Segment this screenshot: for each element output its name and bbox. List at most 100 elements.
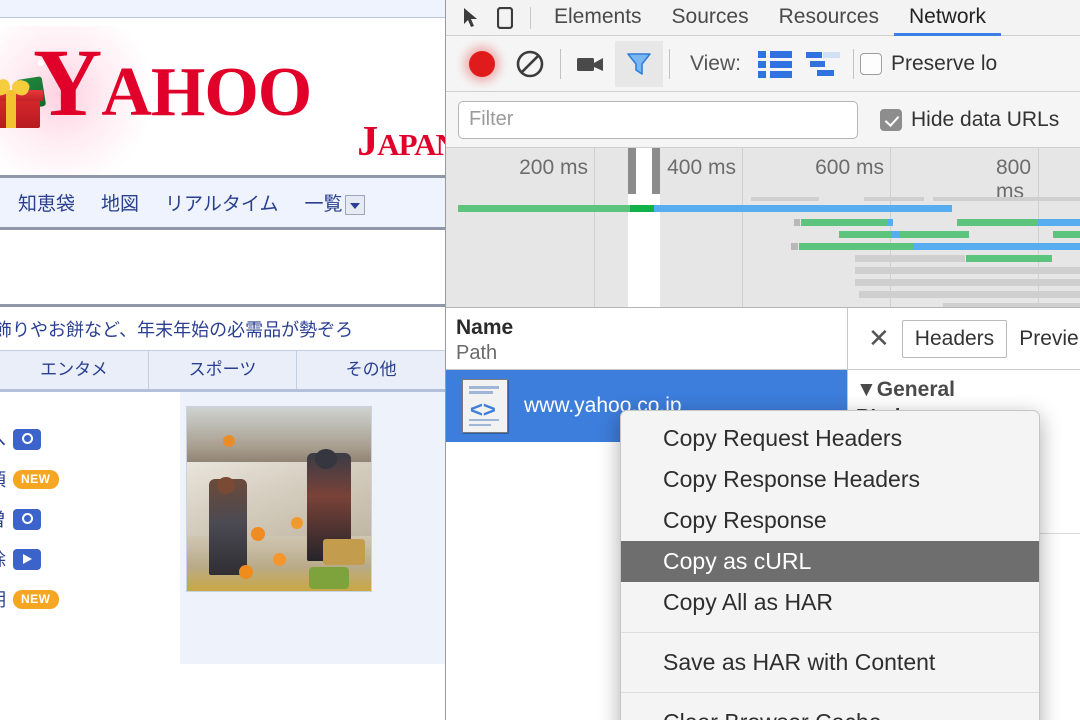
- waterfall-bar: [654, 205, 952, 212]
- waterfall-bar: [458, 205, 630, 212]
- network-timeline[interactable]: 200 ms 400 ms 600 ms 800 ms: [446, 148, 1080, 308]
- menu-item-clear-browser-cache[interactable]: Clear Browser Cache: [621, 702, 1039, 720]
- tab-sports[interactable]: スポーツ: [149, 351, 298, 389]
- list-item[interactable]: 除: [0, 546, 180, 572]
- menu-item-copy-as-curl[interactable]: Copy as cURL: [621, 541, 1039, 583]
- list-item-label: 曽: [0, 506, 6, 532]
- device-toolbar-icon[interactable]: [488, 3, 522, 33]
- timeline-marker: [628, 148, 636, 194]
- funnel-filter-icon: [627, 52, 651, 75]
- waterfall-bar: [630, 205, 654, 212]
- list-view-icon: [757, 50, 792, 78]
- inspect-element-icon[interactable]: [454, 3, 488, 33]
- preserve-log-checkbox[interactable]: Preserve lo: [859, 52, 997, 76]
- search-band: [0, 230, 445, 307]
- menu-item-copy-response-headers[interactable]: Copy Response Headers: [621, 459, 1039, 500]
- view-list-button[interactable]: [751, 41, 799, 87]
- section-title-general[interactable]: ▼General: [856, 378, 1080, 402]
- tab-preview[interactable]: Previe: [1007, 321, 1080, 357]
- page-photo-area: [180, 392, 445, 664]
- network-toolbar: View: Preserve lo: [446, 36, 1080, 92]
- tab-resources[interactable]: Resources: [764, 0, 894, 36]
- nav-link-map[interactable]: 地図: [101, 189, 139, 216]
- document-code-icon: <>: [462, 379, 508, 433]
- divider: [669, 48, 670, 79]
- close-icon[interactable]: ✕: [856, 323, 902, 354]
- list-item[interactable]: 明 NEW: [0, 586, 180, 612]
- clear-no-entry-icon: [516, 50, 544, 77]
- camera-icon: [13, 428, 41, 450]
- hide-data-urls-checkbox[interactable]: Hide data URLs: [880, 108, 1059, 132]
- view-label: View:: [690, 51, 741, 75]
- waterfall-bar: [751, 197, 819, 201]
- new-badge: NEW: [13, 589, 59, 609]
- menu-item-save-as-har-with-content[interactable]: Save as HAR with Content: [621, 642, 1039, 683]
- capture-screenshots-button[interactable]: [567, 41, 615, 87]
- topic-headline-strip[interactable]: 飾りやお餅など、年末年始の必需品が勢ぞろ: [0, 307, 445, 350]
- waterfall-bar: [957, 219, 1037, 226]
- checkbox-icon[interactable]: [859, 52, 882, 75]
- screen-root: YAHOO JAPAN 知恵袋 地図 リアルタイム 一覧 飾りやお餅など、年末年…: [0, 0, 1080, 720]
- menu-separator: [621, 692, 1039, 694]
- divider: [852, 48, 854, 79]
- list-item-label: 除: [0, 546, 6, 572]
- timeline-tick-600ms: 600 ms: [815, 156, 884, 179]
- request-table-header[interactable]: Name Path: [446, 308, 847, 370]
- waterfall-bar: [799, 243, 913, 250]
- topic-headline-text: 飾りやお餅など、年末年始の必需品が勢ぞろ: [0, 319, 354, 340]
- clear-button[interactable]: [506, 41, 554, 87]
- view-waterfall-button[interactable]: [799, 41, 847, 87]
- nav-link-realtime[interactable]: リアルタイム: [165, 189, 278, 216]
- yahoo-japan-logo[interactable]: YAHOO JAPAN: [33, 35, 445, 166]
- chevron-down-icon[interactable]: [345, 194, 366, 215]
- filter-toggle-button[interactable]: [615, 40, 663, 87]
- waterfall-bar: [794, 219, 800, 226]
- tab-headers[interactable]: Headers: [901, 319, 1008, 358]
- column-header-path: Path: [456, 342, 498, 365]
- waterfall-bar: [1053, 231, 1080, 238]
- timeline-marker: [652, 148, 660, 194]
- list-item-label: へ: [0, 426, 6, 452]
- list-item[interactable]: 項 NEW: [0, 466, 180, 492]
- list-item[interactable]: 曽: [0, 506, 180, 532]
- context-menu[interactable]: Copy Request Headers Copy Response Heade…: [620, 410, 1040, 720]
- tab-elements[interactable]: Elements: [539, 0, 657, 36]
- waterfall-bar: [933, 197, 1080, 201]
- waterfall-bar: [1037, 219, 1080, 226]
- record-button[interactable]: [458, 41, 506, 87]
- camera-icon: [13, 508, 41, 530]
- list-item-label: 項: [0, 466, 6, 492]
- menu-item-copy-response[interactable]: Copy Response: [621, 500, 1039, 541]
- filter-bar: Hide data URLs: [446, 92, 1080, 148]
- waterfall-bar: [899, 231, 969, 238]
- devtools-tab-bar: Elements Sources Resources Network: [446, 0, 1080, 36]
- nav-link-chiebukuro[interactable]: 知恵袋: [18, 189, 75, 216]
- tab-sources[interactable]: Sources: [657, 0, 764, 36]
- tab-entame[interactable]: エンタメ: [0, 351, 149, 389]
- hide-data-urls-label: Hide data URLs: [911, 107, 1060, 131]
- timeline-tick-200ms: 200 ms: [519, 156, 588, 179]
- record-button-icon: [469, 50, 495, 77]
- waterfall-bar: [839, 231, 891, 238]
- waterfall-bar: [855, 267, 1080, 274]
- new-badge: NEW: [13, 469, 59, 489]
- waterfall-view-icon: [805, 51, 840, 77]
- waterfall-bar: [887, 219, 893, 226]
- page-body: へ 項 NEW 曽 除 明 NEW: [0, 392, 445, 664]
- menu-item-copy-all-as-har[interactable]: Copy All as HAR: [621, 582, 1039, 623]
- market-photo[interactable]: [186, 406, 372, 592]
- page-top-strip: [0, 0, 445, 18]
- waterfall-bar: [801, 219, 887, 226]
- logo-y: Y: [33, 29, 102, 136]
- divider: [530, 6, 531, 29]
- list-item[interactable]: へ: [0, 426, 180, 452]
- nav-link-list[interactable]: 一覧: [304, 189, 366, 216]
- waterfall-bar: [966, 255, 1052, 262]
- filter-input[interactable]: [458, 100, 858, 139]
- menu-separator: [621, 632, 1039, 634]
- checkbox-icon[interactable]: [880, 108, 902, 131]
- menu-item-copy-request-headers[interactable]: Copy Request Headers: [621, 418, 1039, 459]
- divider: [560, 48, 561, 79]
- tab-other[interactable]: その他: [297, 351, 445, 389]
- tab-network[interactable]: Network: [893, 0, 1002, 36]
